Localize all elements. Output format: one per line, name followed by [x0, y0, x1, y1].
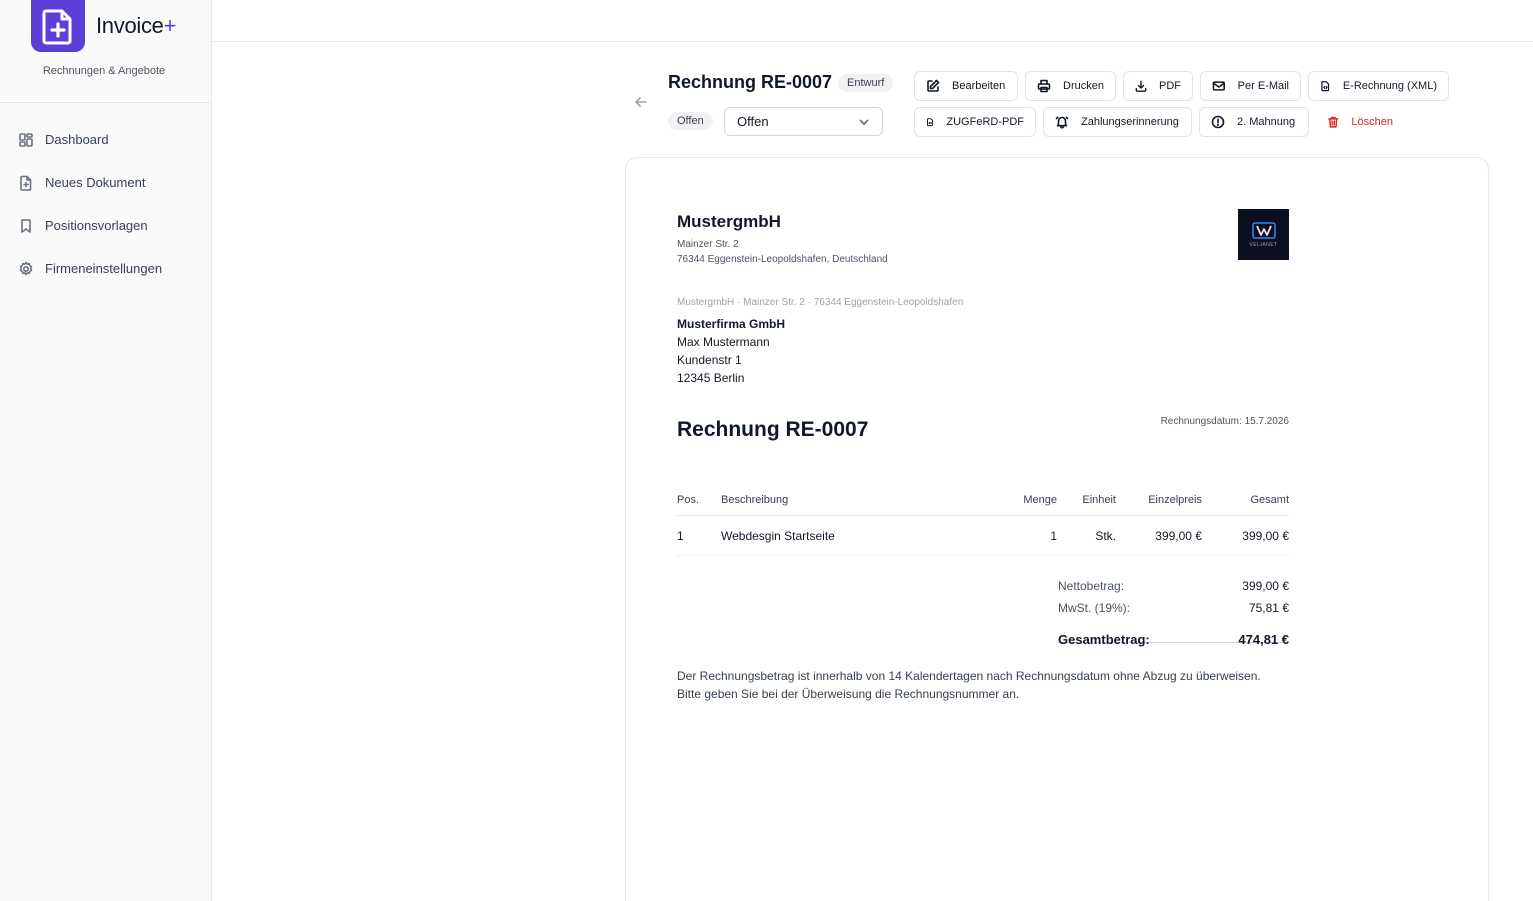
- net-label: Nettobetrag:: [1058, 579, 1125, 593]
- sidebar-item-new-document[interactable]: Neues Dokument: [0, 161, 211, 204]
- brand-area: Invoice+ Rechnungen & Angebote: [0, 0, 211, 103]
- company-logo: VELIANET: [1238, 209, 1289, 260]
- zugferd-button[interactable]: ZUGFeRD-PDF: [914, 107, 1036, 137]
- page-title: Rechnung RE-0007: [668, 72, 833, 92]
- payment-reminder-button[interactable]: Zahlungserinnerung: [1043, 107, 1192, 137]
- sender-street: Mainzer Str. 2: [677, 239, 739, 250]
- sidebar-item-company-settings[interactable]: Firmeneinstellungen: [0, 247, 211, 290]
- delete-button[interactable]: Löschen: [1316, 107, 1404, 137]
- print-button-label: Drucken: [1063, 80, 1104, 92]
- col-total: Gesamt: [1250, 494, 1289, 506]
- row-description: Webdesgin Startseite: [721, 529, 835, 543]
- xrechnung-button[interactable]: E-Rechnung (XML): [1308, 71, 1449, 101]
- invoice-date: Rechnungsdatum: 15.7.2026: [1160, 416, 1289, 427]
- sidebar-item-label: Positionsvorlagen: [45, 218, 148, 233]
- top-bar: [212, 0, 1533, 42]
- trash-icon: [1328, 116, 1339, 128]
- vat-value: 75,81 €: [1248, 601, 1289, 615]
- app-name: Invoice+: [96, 13, 177, 38]
- mail-icon: [1212, 81, 1225, 91]
- row-total: 399,00 €: [1242, 529, 1289, 543]
- email-button[interactable]: Per E-Mail: [1200, 71, 1301, 101]
- dunning-button[interactable]: 2. Mahnung: [1199, 107, 1309, 137]
- invoice-title: Rechnung RE-0007: [677, 418, 869, 441]
- return-address-line: MustergmbH · Mainzer Str. 2 · 76344 Egge…: [677, 297, 964, 308]
- col-quantity: Menge: [1023, 494, 1057, 506]
- delete-button-label: Löschen: [1351, 116, 1393, 128]
- file-plus-icon: [20, 175, 32, 191]
- gear-icon: [19, 261, 33, 275]
- sender-name: MustergmbH: [677, 212, 781, 231]
- download-icon: [1135, 80, 1147, 92]
- status-select[interactable]: Offen: [724, 107, 883, 136]
- recipient-person: Max Mustermann: [677, 335, 770, 349]
- bookmark-icon: [21, 218, 31, 233]
- net-amount-row: Nettobetrag: 399,00 €: [1058, 579, 1289, 593]
- app-logo-icon[interactable]: [31, 0, 85, 52]
- edit-icon: [927, 79, 940, 92]
- col-pos: Pos.: [677, 494, 700, 506]
- status-badge: Offen: [668, 112, 713, 130]
- bell-icon: [1055, 116, 1069, 129]
- gross-value: 474,81 €: [1238, 632, 1289, 647]
- printer-icon: [1037, 79, 1051, 93]
- sidebar-item-label: Firmeneinstellungen: [45, 261, 163, 276]
- col-unit: Einheit: [1082, 494, 1116, 506]
- app-subtitle: Rechnungen & Angebote: [42, 65, 166, 77]
- payment-reminder-button-label: Zahlungserinnerung: [1081, 116, 1179, 128]
- company-logo-mark-icon: [1251, 222, 1276, 239]
- edit-button[interactable]: Bearbeiten: [914, 71, 1018, 101]
- draft-badge: Entwurf: [838, 74, 894, 92]
- back-button[interactable]: [634, 95, 650, 111]
- gross-label: Gesamtbetrag:: [1058, 632, 1150, 647]
- recipient-street: Kundenstr 1: [677, 353, 742, 367]
- col-description: Beschreibung: [721, 494, 789, 506]
- file-code-icon: [927, 118, 934, 127]
- edit-button-label: Bearbeiten: [952, 80, 1006, 92]
- arrow-left-icon: [635, 97, 647, 107]
- gross-amount-row: Gesamtbetrag: 474,81 €: [1058, 632, 1289, 647]
- sidebar-item-templates[interactable]: Positionsvorlagen: [0, 204, 211, 247]
- pdf-button-label: PDF: [1159, 80, 1181, 92]
- vat-row: MwSt. (19%): 75,81 €: [1058, 601, 1289, 615]
- company-logo-text: VELIANET: [1249, 242, 1278, 248]
- sender-city: 76344 Eggenstein-Leopoldshafen, Deutschl…: [677, 254, 888, 265]
- zugferd-button-label: ZUGFeRD-PDF: [946, 116, 1024, 128]
- recipient-city: 12345 Berlin: [677, 371, 745, 385]
- dunning-button-label: 2. Mahnung: [1237, 116, 1296, 128]
- chevron-down-icon: [859, 119, 869, 125]
- table-row: 1 Webdesgin Startseite 1 Stk. 399,00 € 3…: [677, 516, 1289, 556]
- dashboard-icon: [19, 132, 33, 147]
- sidebar-item-label: Neues Dokument: [45, 175, 146, 190]
- row-pos: 1: [677, 529, 684, 543]
- sidebar-nav: Dashboard Neues Dokument Positionsvorlag…: [0, 118, 211, 290]
- alert-circle-icon: [1211, 115, 1225, 129]
- vat-label: MwSt. (19%):: [1058, 601, 1131, 615]
- row-quantity: 1: [1050, 529, 1057, 543]
- email-button-label: Per E-Mail: [1237, 80, 1289, 92]
- col-unit-price: Einzelpreis: [1148, 494, 1202, 506]
- sidebar-item-dashboard[interactable]: Dashboard: [0, 118, 211, 161]
- status-select-value: Offen: [737, 114, 769, 129]
- payment-terms-line-2: Bitte geben Sie bei der Überweisung die …: [677, 687, 1020, 701]
- payment-terms: Der Rechnungsbetrag ist innerhalb von 14…: [677, 667, 1297, 703]
- print-button[interactable]: Drucken: [1025, 71, 1116, 101]
- row-unit: Stk.: [1095, 529, 1116, 543]
- xrechnung-button-label: E-Rechnung (XML): [1342, 80, 1437, 92]
- file-code-icon: [1321, 81, 1330, 92]
- payment-terms-line-1: Der Rechnungsbetrag ist innerhalb von 14…: [677, 669, 1261, 683]
- sidebar-item-label: Dashboard: [45, 132, 109, 147]
- table-header: Pos. Beschreibung Menge Einheit Einzelpr…: [677, 494, 1289, 516]
- net-value: 399,00 €: [1242, 579, 1289, 593]
- recipient-company: Musterfirma GmbH: [677, 317, 786, 331]
- sidebar: Invoice+ Rechnungen & Angebote Dashboard…: [0, 0, 212, 901]
- row-unit-price: 399,00 €: [1155, 529, 1202, 543]
- pdf-button[interactable]: PDF: [1123, 71, 1193, 101]
